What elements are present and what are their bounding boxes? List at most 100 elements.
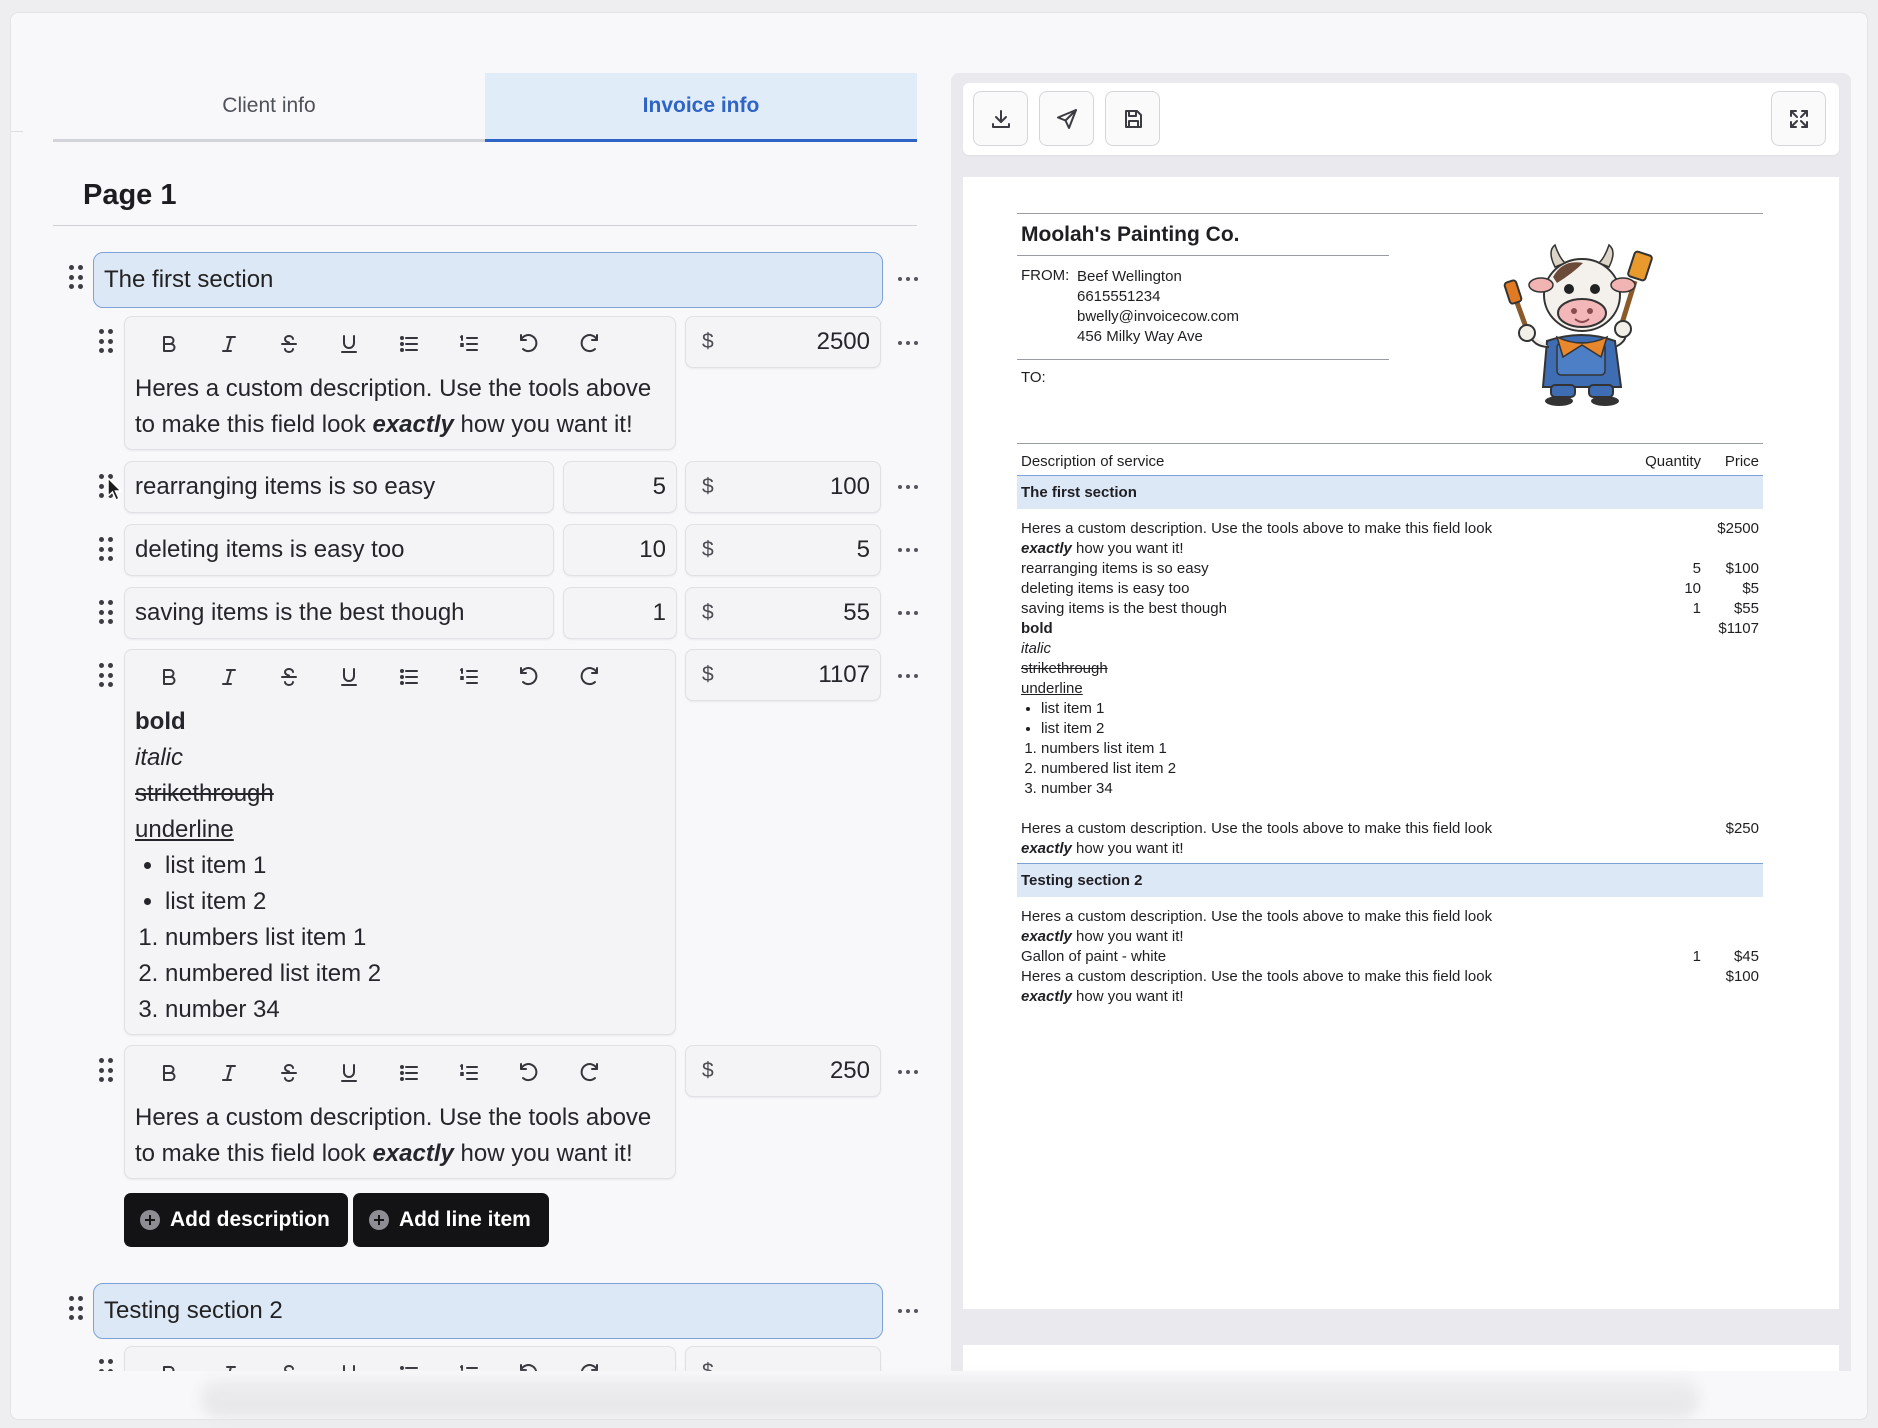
drag-handle-icon[interactable] — [69, 1296, 83, 1322]
bullet-list-button[interactable] — [379, 657, 439, 697]
undo-button[interactable] — [499, 1354, 559, 1371]
bold-icon — [163, 1065, 176, 1081]
bold-button[interactable] — [139, 1053, 199, 1093]
price-input[interactable]: $55 — [685, 587, 881, 639]
drag-handle-icon[interactable] — [99, 537, 113, 563]
numbered-list-icon — [460, 668, 478, 684]
strikethrough-icon — [281, 668, 297, 686]
underline-button[interactable] — [319, 657, 379, 697]
section-title-input[interactable]: The first section — [93, 252, 883, 308]
save-icon — [1124, 109, 1142, 128]
more-options-icon[interactable] — [895, 482, 921, 492]
add-description-button[interactable]: Add description — [124, 1193, 348, 1247]
divider — [53, 225, 917, 226]
drag-handle-icon[interactable] — [99, 600, 113, 626]
bold-button[interactable] — [139, 324, 199, 364]
bullet-list-button[interactable] — [379, 324, 439, 364]
download-button[interactable] — [973, 91, 1028, 146]
invoice-row: Heres a custom description. Use the tool… — [1021, 820, 1759, 857]
drag-handle-icon[interactable] — [99, 1359, 113, 1371]
more-options-icon[interactable] — [895, 545, 921, 555]
strikethrough-button[interactable] — [259, 324, 319, 364]
underline-icon — [341, 668, 357, 686]
redo-button[interactable] — [559, 324, 619, 364]
italic-icon — [222, 669, 236, 685]
item-name-input[interactable]: saving items is the best though — [124, 587, 554, 639]
section-title-input[interactable]: Testing section 2 — [93, 1283, 883, 1339]
drag-handle-icon[interactable] — [99, 1058, 113, 1084]
bullet-list-icon — [400, 669, 418, 685]
italic-button[interactable] — [199, 324, 259, 364]
plus-icon — [369, 1210, 389, 1230]
more-options-icon[interactable] — [895, 671, 921, 681]
drag-handle-icon[interactable] — [69, 265, 83, 291]
strikethrough-button[interactable] — [259, 657, 319, 697]
redo-button[interactable] — [559, 1354, 619, 1371]
description-text[interactable]: Heres a custom description. Use the tool… — [125, 371, 675, 443]
numbered-list-button[interactable] — [439, 657, 499, 697]
redo-button[interactable] — [559, 657, 619, 697]
tab-client-info[interactable]: Client info — [53, 73, 485, 139]
drag-handle-icon[interactable] — [99, 663, 113, 689]
undo-button[interactable] — [499, 1053, 559, 1093]
send-button[interactable] — [1039, 91, 1094, 146]
rich-underline-text: underline — [135, 816, 234, 843]
redo-button[interactable] — [559, 1053, 619, 1093]
tab-invoice-info[interactable]: Invoice info — [485, 73, 917, 142]
item-qty-input[interactable]: 10 — [563, 524, 677, 576]
italic-button[interactable] — [199, 1354, 259, 1371]
italic-button[interactable] — [199, 1053, 259, 1093]
strikethrough-icon — [284, 1365, 294, 1371]
description-text[interactable]: bold italic strikethrough underline list… — [125, 704, 675, 1028]
price-input[interactable]: $250 — [685, 1045, 881, 1097]
rich-strike-text: strikethrough — [135, 780, 274, 807]
description-editor[interactable]: Heres a custom description. Use the tool… — [124, 1045, 676, 1179]
price-input[interactable]: $1107 — [685, 649, 881, 701]
fullscreen-button[interactable] — [1771, 91, 1826, 146]
drag-handle-icon[interactable] — [99, 329, 113, 355]
price-input[interactable]: $ — [685, 1346, 881, 1371]
invoice-row: Gallon of paint - white 1 $45 — [1021, 948, 1759, 965]
bullet-list: list item 1 list item 2 — [135, 848, 665, 920]
numbered-list-button[interactable] — [439, 1354, 499, 1371]
more-options-icon[interactable] — [895, 608, 921, 618]
description-text[interactable]: Heres a custom description. Use the tool… — [125, 1100, 675, 1172]
numbered-list-button[interactable] — [439, 324, 499, 364]
price-input[interactable]: $5 — [685, 524, 881, 576]
invoice-page: Moolah's Painting Co. FROM: Beef Welling… — [963, 177, 1839, 1309]
italic-button[interactable] — [199, 657, 259, 697]
bullet-list-button[interactable] — [379, 1053, 439, 1093]
more-options-icon[interactable] — [895, 274, 921, 284]
invoice-row: bold italic strikethrough underline list… — [1021, 619, 1759, 799]
item-name-input[interactable]: deleting items is easy too — [124, 524, 554, 576]
strikethrough-button[interactable] — [259, 1354, 319, 1371]
list-item: list item 1 — [165, 848, 665, 884]
item-qty-input[interactable]: 5 — [563, 461, 677, 513]
more-options-icon[interactable] — [895, 1067, 921, 1077]
item-qty-input[interactable]: 1 — [563, 587, 677, 639]
save-button[interactable] — [1105, 91, 1160, 146]
undo-button[interactable] — [499, 324, 559, 364]
undo-button[interactable] — [499, 657, 559, 697]
bold-button[interactable] — [139, 1354, 199, 1371]
description-editor[interactable] — [124, 1346, 676, 1371]
divider — [1017, 255, 1389, 256]
add-line-item-button[interactable]: Add line item — [353, 1193, 549, 1247]
invoice-preview-panel: Moolah's Painting Co. FROM: Beef Welling… — [951, 73, 1851, 1371]
description-editor[interactable]: Heres a custom description. Use the tool… — [124, 316, 676, 450]
description-editor[interactable]: bold italic strikethrough underline list… — [124, 649, 676, 1035]
invoice-editor: Client info Invoice info Page 1 The firs… — [11, 13, 941, 1371]
numbered-list-button[interactable] — [439, 1053, 499, 1093]
undo-icon — [520, 334, 538, 353]
more-options-icon[interactable] — [895, 1306, 921, 1316]
price-input[interactable]: $100 — [685, 461, 881, 513]
strikethrough-button[interactable] — [259, 1053, 319, 1093]
more-options-icon[interactable] — [895, 338, 921, 348]
bold-button[interactable] — [139, 657, 199, 697]
item-name-input[interactable]: rearranging items is so easy — [124, 461, 554, 513]
price-input[interactable]: $2500 — [685, 316, 881, 368]
underline-button[interactable] — [319, 1053, 379, 1093]
underline-button[interactable] — [319, 1354, 379, 1371]
bullet-list-button[interactable] — [379, 1354, 439, 1371]
underline-button[interactable] — [319, 324, 379, 364]
